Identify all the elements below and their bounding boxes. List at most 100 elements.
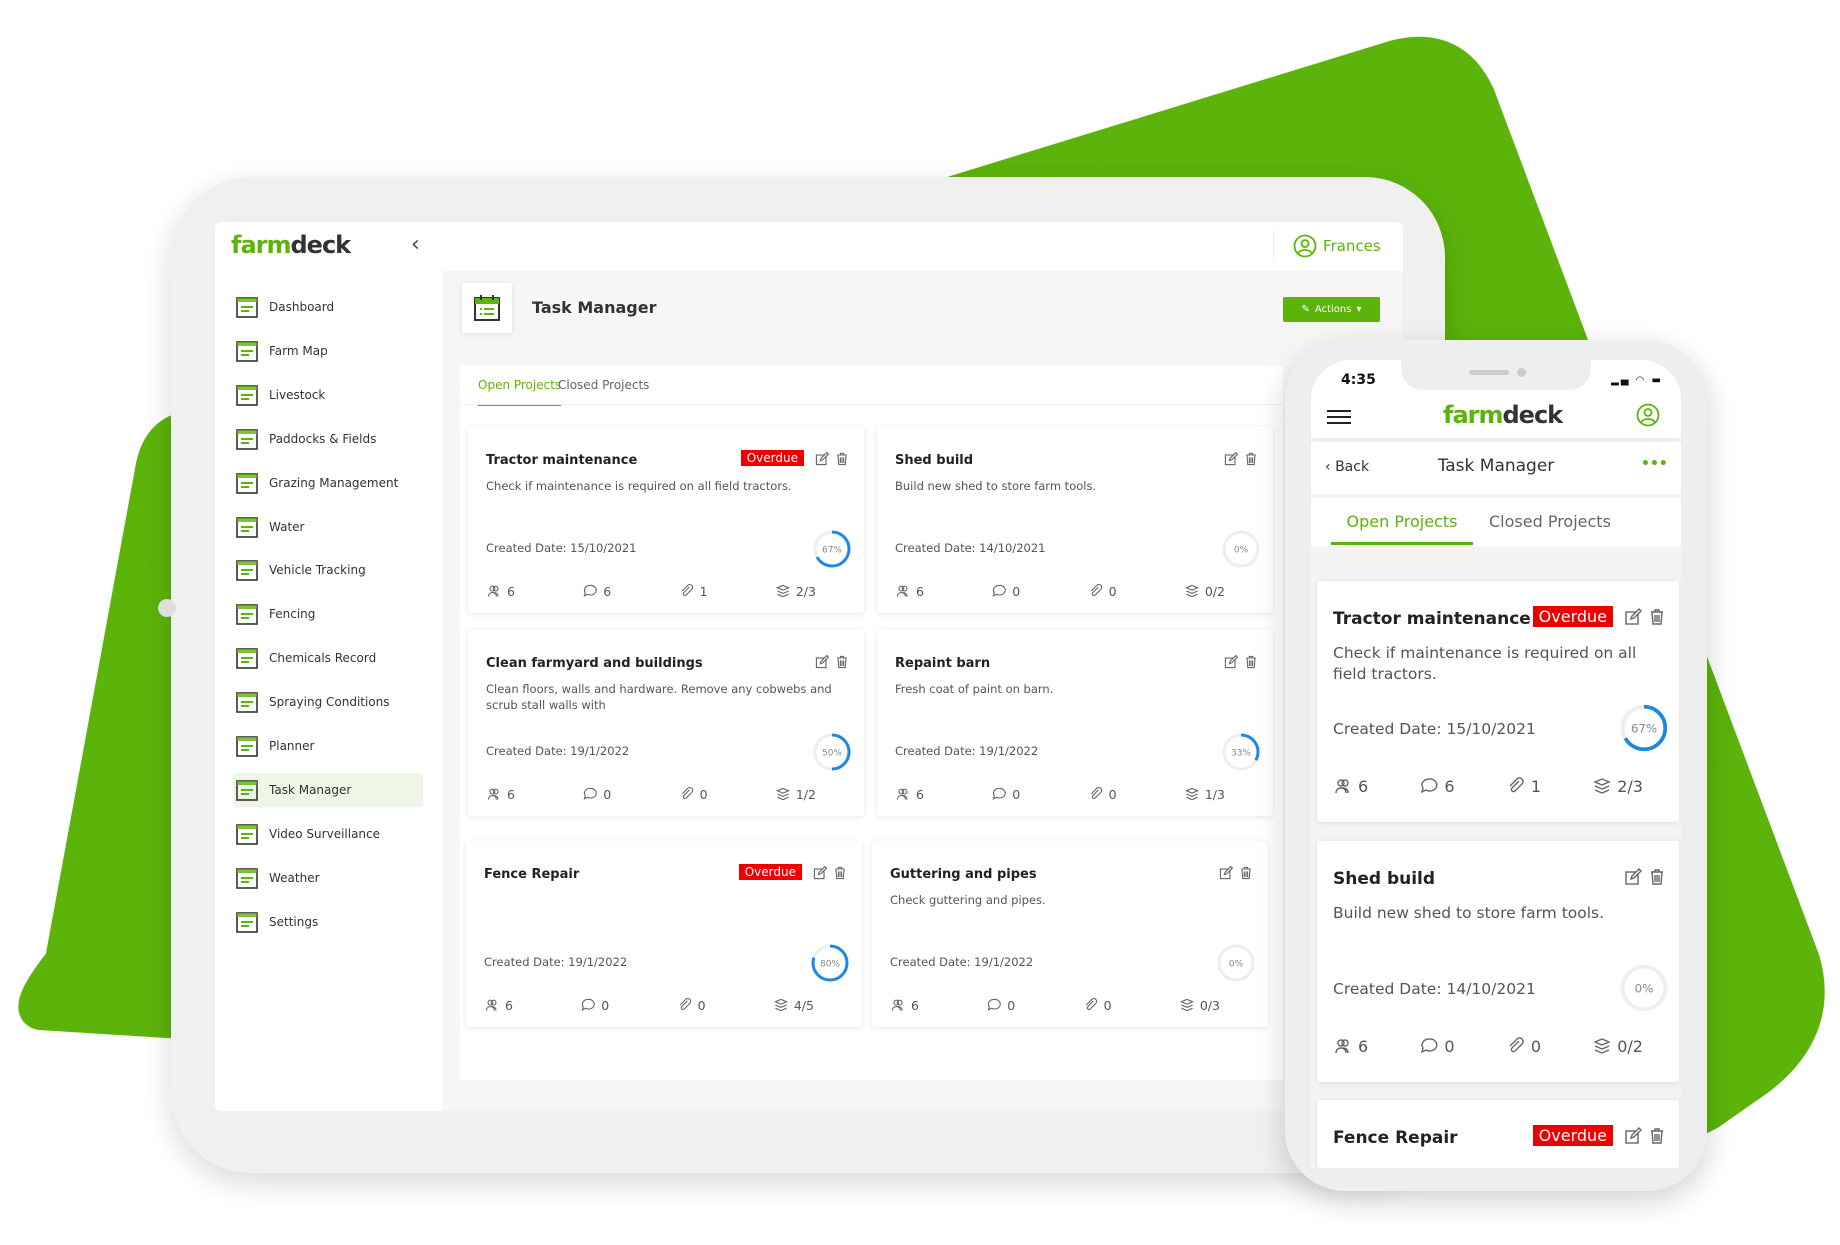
task-description: Build new shed to store farm tools. [895,479,1097,493]
edit-icon[interactable] [1223,451,1239,467]
trash-icon[interactable] [1243,451,1259,467]
stat-value: 6 [916,583,924,599]
created-date: Created Date: 19/1/2022 [484,955,628,969]
stat-value: 0 [601,997,610,1013]
sidebar-item-farm-map[interactable]: Farm Map [233,334,423,368]
sidebar-item-paddocks-fields[interactable]: Paddocks & Fields [233,422,423,456]
top-bar: farmdeck ‹ Frances [215,222,1403,271]
progress-ring: 0% [1222,530,1260,568]
collapse-sidebar-button[interactable]: ‹ [411,232,420,257]
task-card[interactable]: Clean farmyard and buildings Clean floors… [468,630,864,816]
task-title[interactable]: Repaint barn [895,656,990,671]
trash-icon[interactable] [834,654,850,670]
trash-icon[interactable] [1647,867,1667,887]
stat-subtasks: 0/3 [1179,997,1220,1013]
user-menu[interactable]: Frances [1293,234,1381,258]
task-card[interactable]: Shed build Build new shed to store farm t… [877,427,1273,613]
stat-subtasks: 1/2 [775,786,816,802]
subtasks-icon [773,998,788,1012]
stat-value: 6 [507,786,515,802]
sidebar-item-vehicle-tracking[interactable]: Vehicle Tracking [233,553,423,587]
front-camera [1517,368,1526,377]
comments-icon [987,998,1002,1011]
task-title[interactable]: Guttering and pipes [890,867,1037,882]
sidebar-item-task-manager[interactable]: Task Manager [233,772,423,807]
task-card[interactable]: Fence Repair Overdue Created Date: 19/1/20… [466,841,862,1027]
farmdeck-logo[interactable]: farmdeck [231,231,351,259]
edit-icon: ✎ [1301,304,1310,315]
tab-closed-projects[interactable]: Closed Projects [558,378,649,404]
sidebar-item-settings[interactable]: Settings [233,905,423,939]
tab-open-projects[interactable]: Open Projects [1331,498,1473,545]
edit-icon[interactable] [1223,654,1239,670]
trash-icon[interactable] [1647,1126,1667,1146]
task-card[interactable]: Tractor maintenance Overdue Check if maint… [1317,581,1679,822]
task-title[interactable]: Fence Repair [484,867,579,882]
phone-tabs: Open Projects Closed Projects [1311,498,1681,546]
task-title[interactable]: Shed build [895,453,973,468]
created-date: Created Date: 14/10/2021 [895,541,1046,555]
task-stats: 6 0 0 1/2 [486,786,846,802]
attachments-icon [681,787,693,800]
sidebar-item-weather[interactable]: Weather [233,861,423,895]
trash-icon[interactable] [832,865,848,881]
sidebar-item-livestock[interactable]: Livestock [233,378,423,412]
trash-icon[interactable] [1243,654,1259,670]
trash-icon[interactable] [1647,607,1667,627]
task-title[interactable]: Tractor maintenance [486,453,637,468]
sidebar-item-planner[interactable]: Planner [233,729,423,763]
hamburger-menu-icon[interactable] [1327,406,1351,428]
edit-icon[interactable] [814,654,830,670]
task-card[interactable]: Fence Repair Overdue [1317,1100,1679,1168]
edit-icon[interactable] [1218,865,1234,881]
progress-ring: 80% [811,944,849,982]
tab-open-projects[interactable]: Open Projects [478,378,562,406]
task-card[interactable]: Shed build Build new shed to store farm t… [1317,841,1679,1082]
tabs-divider [460,404,1283,405]
user-icon[interactable] [1636,403,1660,427]
edit-icon[interactable] [1623,1126,1643,1146]
sidebar-item-label: Planner [269,739,315,753]
stat-members: 6 [890,997,919,1013]
sidebar-item-spraying-conditions[interactable]: Spraying Conditions [233,685,423,719]
stat-value: 6 [505,997,513,1013]
edit-icon[interactable] [814,451,830,467]
progress-label: 50% [822,749,842,759]
trash-icon[interactable] [1238,865,1254,881]
sidebar-item-fencing[interactable]: Fencing [233,597,423,631]
task-title[interactable]: Fence Repair [1333,1128,1458,1148]
sidebar-item-label: Spraying Conditions [269,695,390,710]
edit-icon[interactable] [812,865,828,881]
sidebar-item-grazing-management[interactable]: Grazing Management [233,466,423,500]
sidebar-item-dashboard[interactable]: Dashboard [233,290,423,324]
fence-icon [236,604,258,626]
task-title[interactable]: Tractor maintenance [1333,609,1531,629]
edit-icon[interactable] [1623,867,1643,887]
tab-closed-projects[interactable]: Closed Projects [1489,512,1611,531]
map-pin-icon [236,341,258,362]
stat-value: 6 [1358,776,1369,796]
task-title[interactable]: Clean farmyard and buildings [486,656,703,671]
task-title[interactable]: Shed build [1333,869,1435,889]
task-card[interactable]: Repaint barn Fresh coat of paint on barn.… [877,630,1273,816]
sidebar-item-chemicals-record[interactable]: Chemicals Record [233,641,423,675]
members-icon [487,788,499,800]
task-card[interactable]: Tractor maintenance Overdue Check if maint… [468,427,864,613]
stat-value: 0 [1444,1036,1455,1056]
actions-button[interactable]: ✎ Actions ▾ [1283,297,1380,322]
stat-subtasks: 0/2 [1184,583,1225,599]
comments-icon [583,787,598,800]
overdue-badge: Overdue [740,450,804,466]
sidebar-item-water[interactable]: Water [233,510,423,544]
task-card[interactable]: Guttering and pipes Check guttering and p… [872,841,1268,1027]
task-actions [1223,654,1259,670]
sidebar-item-video-surveillance[interactable]: Video Surveillance [233,817,423,851]
edit-icon[interactable] [1623,607,1643,627]
task-description: Fresh coat of paint on barn. [895,682,1054,696]
stat-comments: 0 [580,997,609,1013]
farmdeck-logo[interactable]: farmdeck [1443,401,1563,429]
members-icon [487,585,499,597]
stat-value: 2/3 [795,583,816,599]
more-options-button[interactable]: ••• [1641,456,1668,472]
trash-icon[interactable] [834,451,850,467]
